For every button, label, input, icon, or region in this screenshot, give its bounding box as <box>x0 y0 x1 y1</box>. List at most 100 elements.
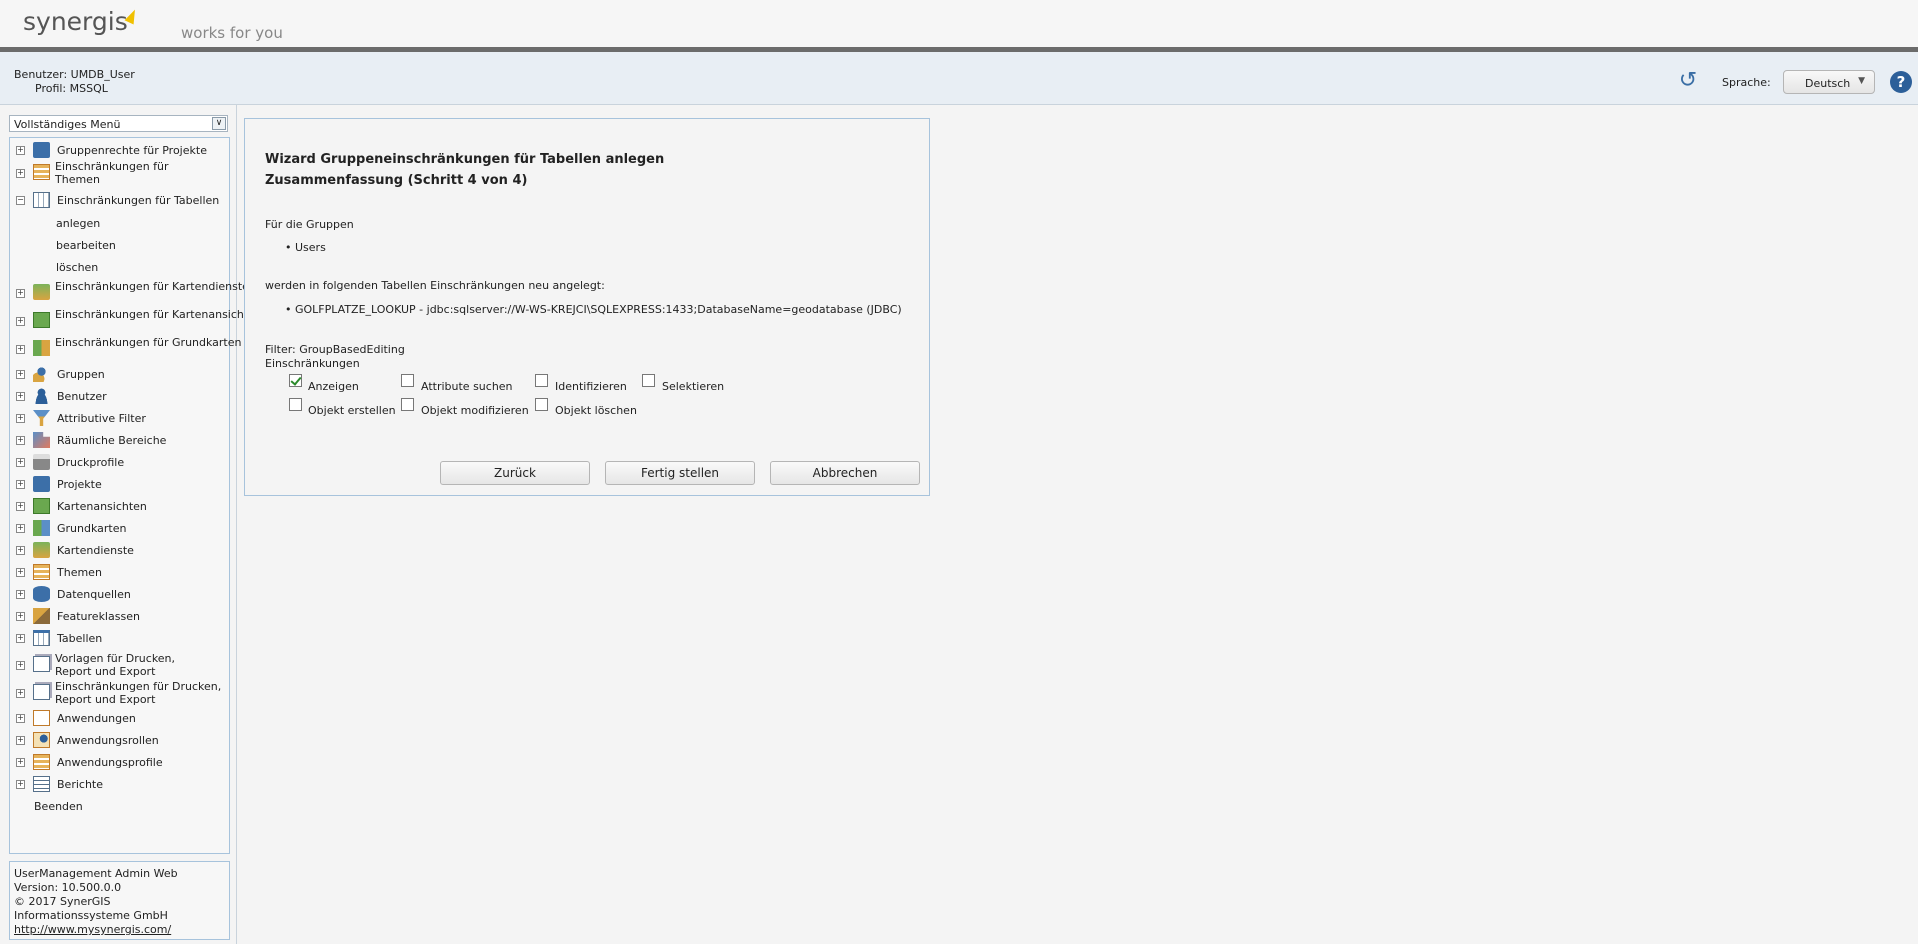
sidebar-item-label: Gruppen <box>57 368 105 381</box>
expand-icon[interactable]: + <box>16 758 25 767</box>
sidebar-item-label: Tabellen <box>57 632 103 645</box>
expand-icon[interactable]: + <box>16 146 25 155</box>
website-link[interactable]: http://www.mysynergis.com/ <box>14 923 225 937</box>
sidebar-item-label: Anwendungsrollen <box>57 734 159 747</box>
expand-icon[interactable]: + <box>16 289 25 298</box>
language-label: Sprache: <box>1722 76 1771 89</box>
expand-icon[interactable]: + <box>16 414 25 423</box>
app-info: UserManagement Admin Web Version: 10.500… <box>9 861 230 940</box>
profile-line: Profil: MSSQL <box>35 82 108 95</box>
menu-select-value: Vollständiges Menü <box>14 118 121 131</box>
filter-label: Filter: GroupBasedEditing <box>265 343 405 356</box>
expand-icon[interactable]: + <box>16 612 25 621</box>
spatial-area-icon <box>33 432 50 448</box>
expand-icon[interactable]: + <box>16 480 25 489</box>
user-icon <box>33 388 50 404</box>
checkbox-objekt-erstellen[interactable] <box>289 398 302 411</box>
checkbox-objekt-loeschen[interactable] <box>535 398 548 411</box>
tree-subitem-loeschen[interactable]: löschen <box>56 261 98 274</box>
tables-intro: werden in folgenden Tabellen Einschränku… <box>265 279 605 292</box>
restrictions-label: Einschränkungen <box>265 357 360 370</box>
checkbox-label: Identifizieren <box>555 380 627 393</box>
sidebar: Vollständiges Menü ∨ + Gruppenrechte für… <box>0 105 262 944</box>
checkbox-label: Objekt löschen <box>555 404 637 417</box>
reports-icon <box>33 776 50 792</box>
logo-text: synergis <box>23 7 128 36</box>
wizard-step: Zusammenfassung (Schritt 4 von 4) <box>265 173 528 188</box>
expand-icon[interactable]: + <box>16 169 25 178</box>
checkbox-label: Objekt modifizieren <box>421 404 529 417</box>
sidebar-item-label: Einschränkungen für Kartendienste <box>55 280 249 293</box>
logo-tagline: works for you <box>181 24 283 42</box>
sidebar-item-label: Vorlagen für Drucken, Report und Export <box>55 652 176 678</box>
checkbox-attribute-suchen[interactable] <box>401 374 414 387</box>
filter-icon <box>33 410 50 426</box>
group-rights-icon <box>33 142 50 158</box>
expand-icon[interactable]: + <box>16 780 25 789</box>
checkbox-label: Objekt erstellen <box>308 404 396 417</box>
checkbox-anzeigen[interactable] <box>289 374 302 387</box>
exit-link[interactable]: Beenden <box>34 800 83 813</box>
template-icon <box>33 656 50 672</box>
expand-icon[interactable]: + <box>16 546 25 555</box>
expand-icon[interactable]: + <box>16 524 25 533</box>
wizard-title-block: Wizard Gruppeneinschränkungen für Tabell… <box>265 149 664 191</box>
tree-subitem-anlegen[interactable]: anlegen <box>56 217 100 230</box>
expand-icon[interactable]: + <box>16 661 25 670</box>
groups-icon <box>33 366 50 382</box>
expand-icon[interactable]: + <box>16 458 25 467</box>
table-item: GOLFPLATZE_LOOKUP - jdbc:sqlserver://W-W… <box>285 303 902 316</box>
checkbox-label: Anzeigen <box>308 380 359 393</box>
sidebar-item-label: Attributive Filter <box>57 412 146 425</box>
sidebar-item-label: Benutzer <box>57 390 107 403</box>
datasource-icon <box>33 586 50 602</box>
theme-restrictions-icon <box>33 164 50 180</box>
expand-icon[interactable]: + <box>16 568 25 577</box>
mapservice-icon <box>33 542 50 558</box>
expand-icon[interactable]: + <box>16 370 25 379</box>
themes-icon <box>33 564 50 580</box>
expand-icon[interactable]: + <box>16 634 25 643</box>
checkbox-selektieren[interactable] <box>642 374 655 387</box>
mapservice-restrictions-icon <box>33 284 50 300</box>
wizard-title: Wizard Gruppeneinschränkungen für Tabell… <box>265 152 665 167</box>
user-line: Benutzer: UMDB_User <box>14 68 135 81</box>
expand-icon[interactable]: + <box>16 590 25 599</box>
application-roles-icon <box>33 732 50 748</box>
expand-icon[interactable]: + <box>16 436 25 445</box>
app-header: synergis works for you <box>0 0 1918 47</box>
featureclass-icon <box>33 608 50 624</box>
expand-icon[interactable]: + <box>16 317 25 326</box>
expand-icon[interactable]: + <box>16 736 25 745</box>
tree-subitem-bearbeiten[interactable]: bearbeiten <box>56 239 116 252</box>
app-name: UserManagement Admin Web <box>14 867 178 880</box>
sidebar-item-label: Anwendungen <box>57 712 136 725</box>
print-restrictions-icon <box>33 684 50 700</box>
synergis-logo: synergis works for you <box>23 7 283 42</box>
menu-select[interactable]: Vollständiges Menü ∨ <box>9 115 228 132</box>
expand-icon[interactable]: + <box>16 714 25 723</box>
refresh-icon[interactable]: ↺ <box>1677 70 1699 92</box>
language-value: Deutsch <box>1805 77 1851 90</box>
project-icon <box>33 476 50 492</box>
collapse-icon[interactable]: − <box>16 196 25 205</box>
expand-icon[interactable]: + <box>16 345 25 354</box>
sidebar-item-label: Kartenansichten <box>57 500 147 513</box>
language-select[interactable]: Deutsch ▼ <box>1783 70 1875 94</box>
expand-icon[interactable]: + <box>16 392 25 401</box>
expand-icon[interactable]: + <box>16 689 25 698</box>
cancel-button[interactable]: Abbrechen <box>770 461 920 485</box>
help-icon[interactable]: ? <box>1890 71 1912 93</box>
checkbox-identifizieren[interactable] <box>535 374 548 387</box>
navigation-tree: + Gruppenrechte für Projekte + Einschrän… <box>9 137 262 854</box>
chevron-down-icon[interactable]: ∨ <box>212 117 226 130</box>
sidebar-item-label: Einschränkungen für Drucken, Report und … <box>55 680 222 706</box>
checkbox-objekt-modifizieren[interactable] <box>401 398 414 411</box>
back-button[interactable]: Zurück <box>440 461 590 485</box>
application-profiles-icon <box>33 754 50 770</box>
finish-button[interactable]: Fertig stellen <box>605 461 755 485</box>
sidebar-item-label: Kartendienste <box>57 544 134 557</box>
copyright: © 2017 SynerGIS Informationssysteme GmbH <box>14 895 168 922</box>
sidebar-item-label: Druckprofile <box>57 456 125 469</box>
expand-icon[interactable]: + <box>16 502 25 511</box>
